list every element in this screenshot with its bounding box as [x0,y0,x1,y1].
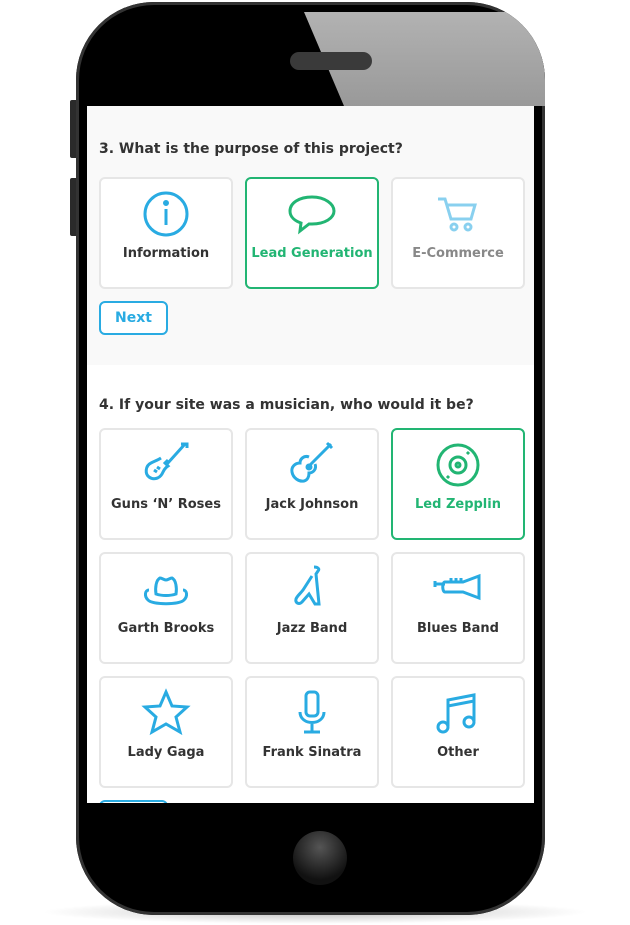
next-button-partial[interactable] [99,800,168,803]
option-label: Lady Gaga [127,745,205,760]
speaker [290,52,372,70]
option-label: E-Commerce [412,246,504,261]
option-label: Guns ‘N’ Roses [111,497,221,512]
option-e-commerce[interactable]: E-Commerce [391,177,525,289]
option-label: Garth Brooks [117,621,215,636]
option-label: Other [437,745,479,760]
next-button[interactable]: Next [99,301,168,335]
option-led-zepplin[interactable]: Led Zepplin [391,428,525,540]
option-label: Lead Generation [251,246,373,261]
option-guns-n-roses[interactable]: Guns ‘N’ Roses [99,428,233,540]
speech-bubble-icon [288,195,336,235]
option-label: Frank Sinatra [262,745,362,760]
trumpet-icon [433,573,481,601]
star-icon [141,688,191,736]
option-information[interactable]: Information [99,177,233,289]
question-3-title: 3. What is the purpose of this project? [99,141,403,157]
electric-guitar-icon [144,442,189,481]
home-button[interactable] [293,831,347,885]
screen: 3. What is the purpose of this project? … [87,106,534,803]
microphone-icon [298,690,326,734]
option-label: Led Zepplin [415,497,501,512]
option-label: Jack Johnson [265,497,359,512]
option-frank-sinatra[interactable]: Frank Sinatra [245,676,379,788]
option-jazz-band[interactable]: Jazz Band [245,552,379,664]
option-jack-johnson[interactable]: Jack Johnson [245,428,379,540]
option-other[interactable]: Other [391,676,525,788]
option-label: Jazz Band [276,621,348,636]
vinyl-record-icon [436,443,480,487]
option-label: Information [122,246,210,261]
option-garth-brooks[interactable]: Garth Brooks [99,552,233,664]
saxophone-icon [294,565,321,606]
option-label: Blues Band [417,621,499,636]
info-icon [143,191,189,237]
cart-icon [438,197,477,232]
option-lead-generation[interactable]: Lead Generation [245,177,379,289]
cowboy-hat-icon [144,576,188,606]
music-note-icon [436,693,476,734]
question-4-title: 4. If your site was a musician, who woul… [99,397,474,413]
acoustic-guitar-icon [290,441,334,483]
option-blues-band[interactable]: Blues Band [391,552,525,664]
option-lady-gaga[interactable]: Lady Gaga [99,676,233,788]
